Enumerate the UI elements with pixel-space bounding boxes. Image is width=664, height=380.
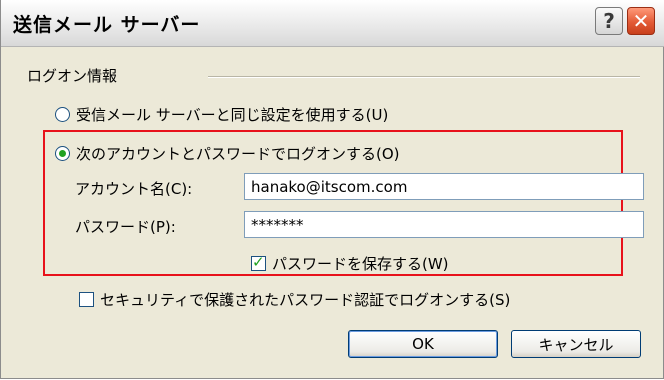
save-password-checkbox[interactable] <box>251 253 266 271</box>
outgoing-server-dialog: 送信メール サーバー ? ✕ ログオン情報 受信メール サーバーと同じ設定を使用… <box>0 0 664 379</box>
title-bar: 送信メール サーバー ? ✕ <box>1 0 664 47</box>
window-title: 送信メール サーバー <box>13 14 201 36</box>
ok-label: OK <box>412 335 434 353</box>
account-name-input[interactable] <box>244 173 644 200</box>
group-divider <box>208 76 640 78</box>
same-settings-radio[interactable] <box>55 107 70 122</box>
ok-button[interactable]: OK <box>348 330 498 358</box>
account-name-label: アカウント名(C): <box>75 180 193 198</box>
spa-label: セキュリティで保護されたパスワード認証でログオンする(S) <box>100 291 511 309</box>
same-settings-label: 受信メール サーバーと同じ設定を使用する(U) <box>76 106 389 124</box>
close-button[interactable]: ✕ <box>627 7 655 35</box>
same-settings-option[interactable]: 受信メール サーバーと同じ設定を使用する(U) <box>55 104 388 125</box>
use-account-radio[interactable] <box>55 146 70 161</box>
cancel-label: キャンセル <box>538 335 614 354</box>
help-icon: ? <box>603 9 615 33</box>
logon-info-group-label: ログオン情報 <box>27 67 118 85</box>
save-password-label: パスワードを保存する(W) <box>272 255 449 273</box>
use-account-option[interactable]: 次のアカウントとパスワードでログオンする(O) <box>55 143 400 164</box>
close-icon: ✕ <box>632 9 650 33</box>
password-input[interactable] <box>244 211 644 238</box>
spa-checkbox[interactable] <box>79 292 94 307</box>
spa-option[interactable]: セキュリティで保護されたパスワード認証でログオンする(S) <box>79 289 510 310</box>
help-button[interactable]: ? <box>595 7 623 35</box>
use-account-label: 次のアカウントとパスワードでログオンする(O) <box>76 145 400 163</box>
save-password-option[interactable]: パスワードを保存する(W) <box>251 253 449 274</box>
cancel-button[interactable]: キャンセル <box>511 330 641 358</box>
password-label: パスワード(P): <box>75 218 176 236</box>
